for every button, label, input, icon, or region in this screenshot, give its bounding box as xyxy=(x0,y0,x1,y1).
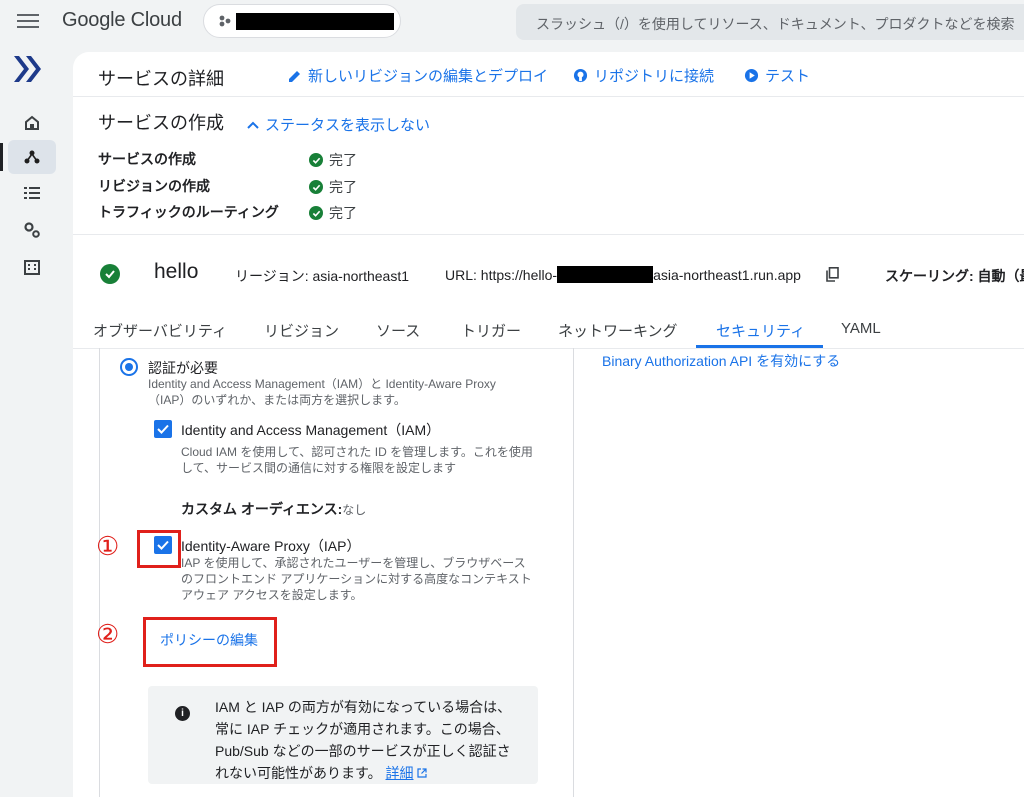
check-circle-icon xyxy=(309,180,323,194)
top-bar: Google Cloud スラッシュ（/）を使用してリソース、ドキュメント、プロ… xyxy=(0,0,1024,46)
project-selector[interactable] xyxy=(203,4,401,38)
info-line: 常に IAP チェックが適用されます。この場合、 xyxy=(215,721,510,737)
annotation-box-2 xyxy=(143,617,277,667)
service-region: リージョン: asia-northeast1 xyxy=(235,268,410,284)
tab-observability[interactable]: オブザーバビリティ xyxy=(93,320,227,341)
iam-label: Identity and Access Management（IAM） xyxy=(181,422,441,438)
chevron-up-icon xyxy=(247,121,259,129)
search-placeholder: スラッシュ（/）を使用してリソース、ドキュメント、プロダクトなどを検索 xyxy=(536,16,1015,32)
check-circle-icon xyxy=(309,153,323,167)
cloud-run-logo-icon[interactable] xyxy=(12,54,46,84)
step-label: リビジョンの作成 xyxy=(98,178,210,194)
step-status: 完了 xyxy=(309,203,357,223)
test-button[interactable]: テスト xyxy=(744,65,810,86)
auth-required-desc: （IAP）のいずれか、または両方を選択します。 xyxy=(148,393,406,407)
tab-yaml[interactable]: YAML xyxy=(841,320,881,337)
edit-deploy-button[interactable]: 新しいリビジョンの編集とデプロイ xyxy=(288,65,548,86)
binary-auth-link[interactable]: Binary Authorization API を有効にする xyxy=(602,351,840,371)
iam-desc: Cloud IAM を使用して、認可された ID を管理します。これを使用 xyxy=(181,445,533,459)
page-title: サービスの詳細 xyxy=(98,69,224,89)
tab-security[interactable]: セキュリティ xyxy=(716,320,805,341)
status-divider xyxy=(73,234,1024,235)
edit-deploy-label: 新しいリビジョンの編集とデプロイ xyxy=(308,68,549,85)
auth-required-radio[interactable] xyxy=(120,358,138,376)
header-divider xyxy=(73,96,1024,97)
info-line-end: れない可能性があります。 xyxy=(215,765,382,781)
home-icon[interactable] xyxy=(8,106,56,140)
search-bar[interactable]: スラッシュ（/）を使用してリソース、ドキュメント、プロダクトなどを検索 xyxy=(516,4,1024,40)
left-rail xyxy=(0,46,72,797)
settings-icon[interactable] xyxy=(8,213,56,247)
auth-required-desc: Identity and Access Management（IAM）と Ide… xyxy=(148,377,496,391)
step-label: サービスの作成 xyxy=(98,151,196,167)
project-icon xyxy=(219,15,231,27)
annotation-number-2: ② xyxy=(96,620,120,650)
tab-networking[interactable]: ネットワーキング xyxy=(558,320,678,341)
annotation-number-1: ① xyxy=(96,532,120,562)
service-name: hello xyxy=(154,260,199,283)
test-label: テスト xyxy=(765,68,811,85)
connect-repo-button[interactable]: リポジトリに接続 xyxy=(573,65,714,86)
auth-required-label: 認証が必要 xyxy=(148,360,218,376)
step-status-text: 完了 xyxy=(329,205,357,221)
tabs-divider xyxy=(73,348,1024,349)
column-divider xyxy=(573,348,574,797)
step-status: 完了 xyxy=(309,177,357,197)
creation-title: サービスの作成 xyxy=(98,113,224,133)
hide-status-toggle[interactable]: ステータスを表示しない xyxy=(247,114,430,135)
info-line: れない可能性があります。 詳細 xyxy=(215,762,535,784)
external-link-icon xyxy=(417,768,427,778)
check-circle-icon xyxy=(309,206,323,220)
info-text: IAM と IAP の両方が有効になっている場合は、 常に IAP チェックが適… xyxy=(215,696,535,784)
building-icon[interactable] xyxy=(8,250,56,284)
copy-icon[interactable] xyxy=(826,267,839,282)
tab-triggers[interactable]: トリガー xyxy=(461,320,521,341)
iap-desc: アウェア アクセスを設定します。 xyxy=(181,588,363,602)
iap-label: Identity-Aware Proxy（IAP） xyxy=(181,538,361,554)
custom-audience-label: カスタム オーディエンス: xyxy=(181,501,343,517)
url-prefix: URL: https://hello- xyxy=(445,266,558,283)
play-icon xyxy=(744,68,759,83)
connect-repo-label: リポジトリに接続 xyxy=(594,68,715,85)
github-icon xyxy=(573,68,588,83)
url-suffix: asia-northeast1.run.app xyxy=(653,266,801,283)
service-ok-icon xyxy=(100,264,120,284)
menu-icon[interactable] xyxy=(14,10,42,34)
section-left-border xyxy=(99,348,100,797)
info-more-link[interactable]: 詳細 xyxy=(386,765,414,781)
iam-desc: して、サービス間の通信に対する権限を設定します xyxy=(181,461,457,475)
services-icon[interactable] xyxy=(0,140,56,174)
project-name-redacted xyxy=(236,13,394,30)
step-label: トラフィックのルーティング xyxy=(98,204,279,220)
hide-status-label: ステータスを表示しない xyxy=(265,117,431,134)
tab-source[interactable]: ソース xyxy=(376,320,420,341)
google-cloud-logo[interactable]: Google Cloud xyxy=(62,9,182,32)
annotation-box-1 xyxy=(137,530,181,568)
info-box: i IAM と IAP の両方が有効になっている場合は、 常に IAP チェック… xyxy=(148,686,538,784)
service-url[interactable]: URL: https://hello- asia-northeast1.run.… xyxy=(445,266,801,283)
tab-revisions[interactable]: リビジョン xyxy=(264,320,339,341)
iam-checkbox[interactable] xyxy=(154,420,172,438)
custom-audience: カスタム オーディエンス:なし xyxy=(181,499,366,519)
info-line: IAM と IAP の両方が有効になっている場合は、 xyxy=(215,699,512,715)
iap-desc: のフロントエンド アプリケーションに対する高度なコンテキスト xyxy=(181,572,532,586)
main-panel: サービスの詳細 新しいリビジョンの編集とデプロイ リポジトリに接続 テスト サー… xyxy=(73,52,1024,797)
pencil-icon xyxy=(289,70,300,82)
service-scaling: スケーリング: 自動（最 xyxy=(885,268,1024,284)
step-status: 完了 xyxy=(309,150,357,170)
info-icon: i xyxy=(175,706,190,721)
custom-audience-value: なし xyxy=(342,503,367,517)
info-line: Pub/Sub などの一部のサービスが正しく認証さ xyxy=(215,743,511,759)
step-status-text: 完了 xyxy=(329,179,357,195)
list-icon[interactable] xyxy=(8,176,56,210)
url-redacted xyxy=(557,266,654,283)
step-status-text: 完了 xyxy=(329,152,357,168)
iap-desc: IAP を使用して、承認されたユーザーを管理し、ブラウザベース xyxy=(181,556,526,570)
